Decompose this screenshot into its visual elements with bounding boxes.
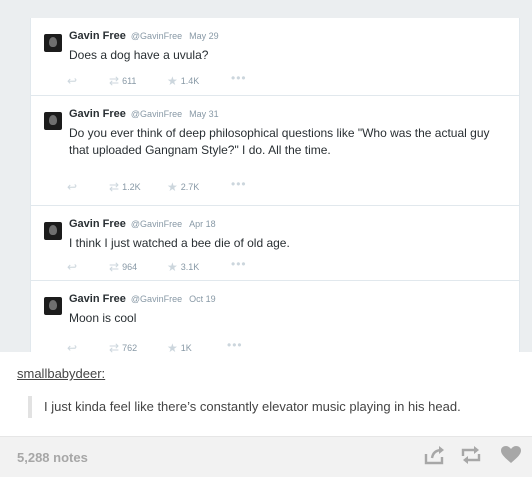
tweet-date[interactable]: May 31 [189,109,219,119]
retweet-icon: ⇄ [109,260,120,274]
tweet-author[interactable]: Gavin Free [69,218,126,230]
tweet-header: Gavin Free @GavinFree May 29 [69,30,219,42]
tweet-header: Gavin Free @GavinFree Oct 19 [69,293,216,305]
tweet-text: Moon is cool [69,311,137,325]
more-dots-icon: ••• [231,71,247,85]
reblogger-username[interactable]: smallbabydeer: [17,366,105,381]
post-footer: 5,288 notes [0,436,532,477]
favorite-button[interactable]: ★ 3.1K [167,260,199,274]
retweet-button[interactable]: ⇄ 762 [109,341,137,355]
avatar[interactable] [44,222,62,240]
avatar[interactable] [44,112,62,130]
reply-icon: ↩ [67,260,78,274]
tweet-list: Gavin Free @GavinFree May 29 Does a dog … [30,18,520,355]
tweet-date[interactable]: May 29 [189,31,219,41]
tweet-author[interactable]: Gavin Free [69,293,126,305]
tweet-handle[interactable]: @GavinFree [131,294,182,304]
retweet-count: 964 [122,262,138,272]
tweet-header: Gavin Free @GavinFree May 31 [69,108,219,120]
more-button[interactable]: ••• [231,177,247,191]
tweet-text: Do you ever think of deep philosophical … [69,126,490,157]
retweet-button[interactable]: ⇄ 964 [109,260,137,274]
reply-icon: ↩ [67,180,78,194]
retweet-button[interactable]: ⇄ 1.2K [109,180,141,194]
reply-button[interactable]: ↩ [67,341,80,355]
retweet-count: 611 [122,76,137,86]
favorite-count: 1K [180,343,192,353]
favorite-count: 1.4K [180,76,200,86]
reply-button[interactable]: ↩ [67,260,80,274]
tweet: Gavin Free @GavinFree May 31 Do you ever… [31,95,519,206]
tweet-actions: ↩ ⇄ 611 ★ 1.4K ••• [67,71,307,88]
more-dots-icon: ••• [231,177,247,191]
more-dots-icon: ••• [231,257,247,271]
reblog-comment: I just kinda feel like there’s constantl… [28,396,461,418]
tweet-text: I think I just watched a bee die of old … [69,236,290,250]
tweet-actions: ↩ ⇄ 964 ★ 3.1K ••• [67,257,307,274]
more-dots-icon: ••• [227,338,243,352]
favorite-button[interactable]: ★ 2.7K [167,180,199,194]
more-button[interactable]: ••• [231,257,247,271]
reply-button[interactable]: ↩ [67,180,80,194]
reblogger-name[interactable]: smallbabydeer [17,366,102,381]
avatar[interactable] [44,297,62,315]
tweet: Gavin Free @GavinFree Oct 19 Moon is coo… [31,280,519,355]
favorite-count: 2.7K [180,182,200,192]
tweet-handle[interactable]: @GavinFree [131,219,182,229]
tweet-handle[interactable]: @GavinFree [131,31,182,41]
retweet-icon: ⇄ [109,74,120,88]
heart-icon[interactable] [500,445,522,470]
reblog-icon-svg [461,446,481,464]
heart-icon-svg [501,446,521,463]
favorite-button[interactable]: ★ 1.4K [167,74,199,88]
favorite-button[interactable]: ★ 1K [167,341,192,355]
tweet-actions: ↩ ⇄ 1.2K ★ 2.7K ••• [67,177,307,194]
tweet-date[interactable]: Oct 19 [189,294,216,304]
retweet-count: 762 [122,343,138,353]
retweet-count: 1.2K [122,182,141,192]
favorite-count: 3.1K [180,262,200,272]
share-icon[interactable] [424,445,446,470]
tweet-text: Does a dog have a uvula? [69,48,209,62]
retweet-button[interactable]: ⇄ 611 [109,74,136,88]
tweet: Gavin Free @GavinFree May 29 Does a dog … [31,18,519,95]
share-icon-svg [424,446,444,465]
tweet-screenshot-area: Gavin Free @GavinFree May 29 Does a dog … [0,0,532,355]
reblogger-colon: : [101,366,106,381]
tweet-author[interactable]: Gavin Free [69,108,126,120]
star-icon: ★ [167,260,178,274]
reply-button[interactable]: ↩ [67,74,80,88]
reply-icon: ↩ [67,74,78,88]
avatar[interactable] [44,34,62,52]
tweet-author[interactable]: Gavin Free [69,30,126,42]
tweet-actions: ↩ ⇄ 762 ★ 1K ••• [67,338,307,355]
retweet-icon: ⇄ [109,341,120,355]
tweet-date[interactable]: Apr 18 [189,219,216,229]
retweet-icon: ⇄ [109,180,120,194]
tweet-handle[interactable]: @GavinFree [131,109,182,119]
star-icon: ★ [167,74,178,88]
notes-count[interactable]: 5,288 notes [17,450,88,465]
reblog-icon[interactable] [459,445,483,470]
reply-icon: ↩ [67,341,78,355]
more-button[interactable]: ••• [231,71,247,85]
star-icon: ★ [167,180,178,194]
star-icon: ★ [167,341,178,355]
tweet: Gavin Free @GavinFree Apr 18 I think I j… [31,205,519,281]
more-button[interactable]: ••• [227,338,243,352]
tweet-header: Gavin Free @GavinFree Apr 18 [69,218,216,230]
